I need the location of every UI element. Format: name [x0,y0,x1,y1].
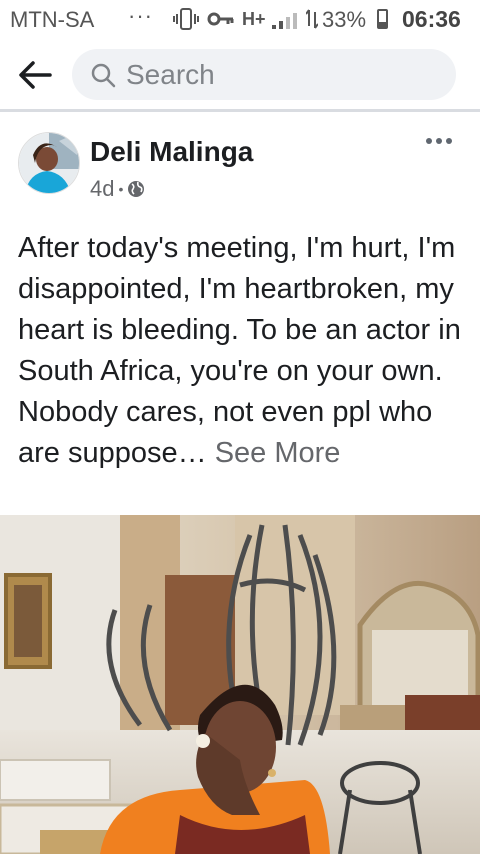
status-bar: MTN-SA ··· H+ 33% 06:36 [0,0,480,38]
search-header [0,38,480,112]
search-icon [91,63,116,87]
post-text: After today's meeting, I'm hurt, I'm dis… [18,232,461,469]
network-type: H+ [242,9,266,29]
carrier-name: MTN-SA [10,7,95,32]
avatar[interactable] [18,132,80,194]
meta-separator: • [118,181,124,197]
battery-icon [377,9,388,29]
data-arrows-icon [306,9,318,29]
vibrate-icon [173,8,199,30]
notification-overflow-icon: ··· [128,3,153,28]
more-horizontal-icon[interactable] [425,134,453,148]
arrow-left-icon[interactable] [18,60,52,90]
battery-percent: 33% [322,7,367,32]
key-icon [207,12,234,26]
post-timestamp[interactable]: 4d [90,176,114,202]
post-photo[interactable] [0,515,480,854]
search-input[interactable] [124,57,428,92]
see-more-link[interactable]: See More [215,437,341,469]
post-meta: 4d • [90,176,145,202]
signal-icon [272,13,297,29]
post-body: After today's meeting, I'm hurt, I'm dis… [18,228,470,474]
avatar-image [19,133,79,193]
post-author-name[interactable]: Deli Malinga [90,136,253,168]
globe-icon [128,181,145,197]
photo-image [0,515,480,854]
search-field[interactable] [72,49,456,100]
clock: 06:36 [402,6,461,32]
